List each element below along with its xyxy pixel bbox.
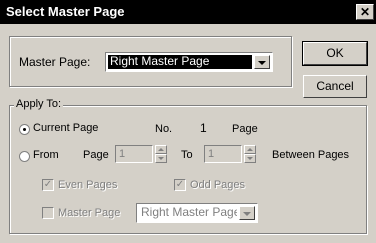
apply-to-legend: Apply To: bbox=[14, 98, 64, 110]
checkmark-icon: ✓ bbox=[43, 179, 53, 190]
from-page-label: Page bbox=[83, 149, 109, 161]
even-pages-label: Even Pages bbox=[58, 179, 118, 191]
current-page-number: 1 bbox=[200, 121, 207, 135]
from-page-spinner[interactable] bbox=[155, 145, 167, 163]
current-page-label[interactable]: Current Page bbox=[33, 122, 98, 134]
between-pages-label: Between Pages bbox=[272, 149, 350, 161]
to-page-field[interactable]: 1 bbox=[204, 145, 242, 163]
even-pages-checkbox[interactable]: ✓ bbox=[42, 179, 54, 191]
current-page-suffix: Page bbox=[232, 123, 258, 135]
master-page-select[interactable]: Right Master Page bbox=[105, 52, 273, 72]
close-icon: ✕ bbox=[359, 5, 371, 19]
to-label: To bbox=[181, 149, 193, 161]
from-label[interactable]: From bbox=[33, 149, 59, 161]
window-title: Select Master Page bbox=[6, 4, 125, 19]
from-page-field[interactable]: 1 bbox=[115, 145, 153, 163]
master-page-scope-select-value: Right Master Page bbox=[139, 206, 237, 220]
ok-button[interactable]: OK bbox=[302, 41, 368, 66]
arrow-up-icon[interactable] bbox=[155, 145, 167, 154]
arrow-up-icon[interactable] bbox=[244, 145, 256, 154]
chevron-down-icon[interactable] bbox=[254, 55, 270, 69]
page-number-prefix: No. bbox=[155, 123, 173, 135]
cancel-button[interactable]: Cancel bbox=[303, 75, 367, 98]
odd-pages-checkbox[interactable]: ✓ bbox=[174, 179, 186, 191]
master-page-check-label: Master Page bbox=[58, 207, 121, 219]
arrow-down-icon[interactable] bbox=[244, 154, 256, 163]
to-page-spinner[interactable] bbox=[244, 145, 256, 163]
close-button[interactable]: ✕ bbox=[356, 4, 374, 20]
current-page-radio[interactable] bbox=[19, 124, 30, 135]
master-page-checkbox[interactable] bbox=[42, 207, 54, 219]
checkmark-icon: ✓ bbox=[175, 179, 185, 190]
master-page-select-value: Right Master Page bbox=[108, 55, 252, 69]
arrow-down-icon[interactable] bbox=[155, 154, 167, 163]
odd-pages-label: Odd Pages bbox=[190, 179, 246, 191]
from-radio[interactable] bbox=[19, 151, 30, 162]
master-page-scope-select[interactable]: Right Master Page bbox=[136, 203, 258, 223]
master-page-label: Master Page: bbox=[19, 55, 91, 69]
chevron-down-icon[interactable] bbox=[239, 206, 255, 220]
